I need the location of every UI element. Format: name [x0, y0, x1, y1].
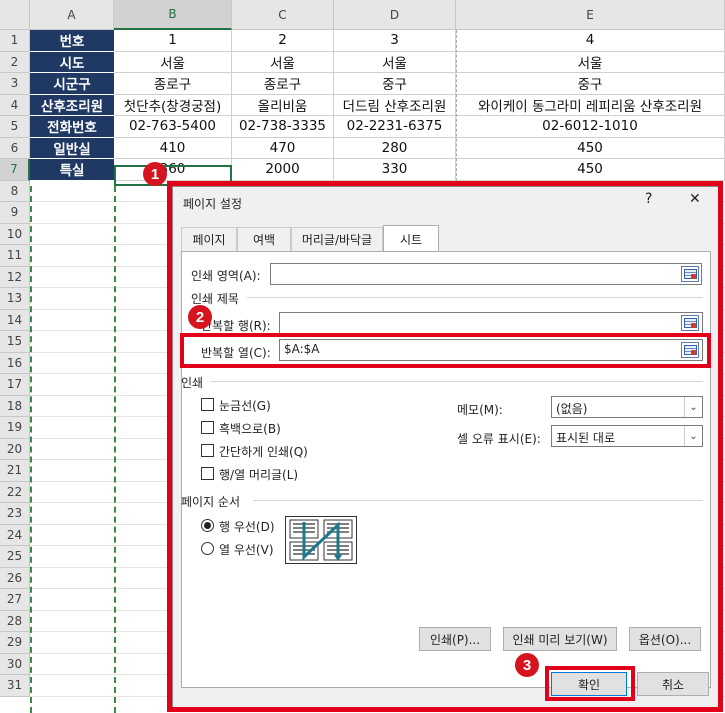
row-header-14[interactable]: 14: [0, 309, 30, 331]
row-header-29[interactable]: 29: [0, 632, 30, 654]
row-header-12[interactable]: 12: [0, 266, 30, 288]
row-header-9[interactable]: 9: [0, 202, 30, 224]
table-cell-e[interactable]: 02-6012-1010: [456, 116, 725, 138]
row-header-23[interactable]: 23: [0, 503, 30, 525]
table-cell-b[interactable]: 02-763-5400: [114, 116, 232, 138]
row-header-24[interactable]: 24: [0, 524, 30, 546]
row-header-28[interactable]: 28: [0, 610, 30, 632]
row-label-cell[interactable]: 일반실: [30, 137, 114, 159]
table-cell-b[interactable]: 1: [114, 30, 232, 52]
row-header-26[interactable]: 26: [0, 567, 30, 589]
table-cell-c[interactable]: 서울: [232, 51, 334, 73]
row-label-cell[interactable]: 전화번호: [30, 116, 114, 138]
row-header-5[interactable]: 5: [0, 116, 30, 138]
step-badge-1: 1: [143, 162, 167, 186]
row-header-4[interactable]: 4: [0, 94, 30, 116]
table-cell-c[interactable]: 올리비움: [232, 94, 334, 116]
table-cell-b[interactable]: 410: [114, 137, 232, 159]
row-label-cell[interactable]: 번호: [30, 30, 114, 52]
table-cell-e[interactable]: 4: [456, 30, 725, 52]
table-cell-d[interactable]: 중구: [334, 73, 456, 95]
table-cell-c[interactable]: 종로구: [232, 73, 334, 95]
table-cell-e[interactable]: 450: [456, 159, 725, 181]
table-cell-d[interactable]: 3: [334, 30, 456, 52]
row-header-27[interactable]: 27: [0, 589, 30, 611]
row-header-6[interactable]: 6: [0, 137, 30, 159]
table-cell-c[interactable]: 02-738-3335: [232, 116, 334, 138]
table-cell-c[interactable]: 470: [232, 137, 334, 159]
table-cell-d[interactable]: 서울: [334, 51, 456, 73]
column-header-b[interactable]: B: [114, 0, 232, 30]
page-break-right: [114, 186, 116, 713]
row-header-19[interactable]: 19: [0, 417, 30, 439]
table-cell-b[interactable]: 종로구: [114, 73, 232, 95]
table-cell-d[interactable]: 02-2231-6375: [334, 116, 456, 138]
row-header-8[interactable]: 8: [0, 180, 30, 202]
highlight-ok-box: [545, 666, 635, 701]
row-header-13[interactable]: 13: [0, 288, 30, 310]
row-header-20[interactable]: 20: [0, 438, 30, 460]
row-label-cell[interactable]: 시군구: [30, 73, 114, 95]
highlight-repeat-cols-box: [180, 333, 711, 368]
row-label-cell[interactable]: 특실: [30, 159, 114, 181]
row-header-7[interactable]: 7: [0, 159, 30, 181]
row-header-15[interactable]: 15: [0, 331, 30, 353]
table-cell-b[interactable]: 서울: [114, 51, 232, 73]
highlight-dialog-box: [167, 181, 723, 712]
row-header-31[interactable]: 31: [0, 675, 30, 697]
page-break-left: [30, 186, 32, 713]
table-cell-d[interactable]: 더드림 산후조리원: [334, 94, 456, 116]
table-cell-d[interactable]: 330: [334, 159, 456, 181]
row-header-18[interactable]: 18: [0, 395, 30, 417]
step-badge-3: 3: [515, 653, 539, 677]
table-cell-e[interactable]: 서울: [456, 51, 725, 73]
row-label-cell[interactable]: 시도: [30, 51, 114, 73]
column-header-e[interactable]: E: [456, 0, 725, 30]
column-header-a[interactable]: A: [30, 0, 114, 30]
page-break-column-e: [456, 30, 457, 186]
row-label-cell[interactable]: 산후조리원: [30, 94, 114, 116]
row-header-21[interactable]: 21: [0, 460, 30, 482]
row-header-10[interactable]: 10: [0, 223, 30, 245]
row-header-30[interactable]: 30: [0, 653, 30, 675]
row-header-16[interactable]: 16: [0, 352, 30, 374]
row-header-17[interactable]: 17: [0, 374, 30, 396]
table-cell-e[interactable]: 와이케이 동그라미 레피리움 산후조리원: [456, 94, 725, 116]
table-cell-e[interactable]: 450: [456, 137, 725, 159]
table-cell-d[interactable]: 280: [334, 137, 456, 159]
row-header-1[interactable]: 1: [0, 30, 30, 52]
row-header-22[interactable]: 22: [0, 481, 30, 503]
row-header-2[interactable]: 2: [0, 51, 30, 73]
table-cell-e[interactable]: 중구: [456, 73, 725, 95]
column-header-c[interactable]: C: [232, 0, 334, 30]
row-header-25[interactable]: 25: [0, 546, 30, 568]
column-header-d[interactable]: D: [334, 0, 456, 30]
row-header-3[interactable]: 3: [0, 73, 30, 95]
table-cell-b[interactable]: 첫단추(창경궁점): [114, 94, 232, 116]
table-cell-c[interactable]: 2: [232, 30, 334, 52]
step-badge-2: 2: [188, 305, 212, 329]
select-all-corner[interactable]: [0, 0, 30, 30]
row-header-11[interactable]: 11: [0, 245, 30, 267]
table-cell-c[interactable]: 2000: [232, 159, 334, 181]
